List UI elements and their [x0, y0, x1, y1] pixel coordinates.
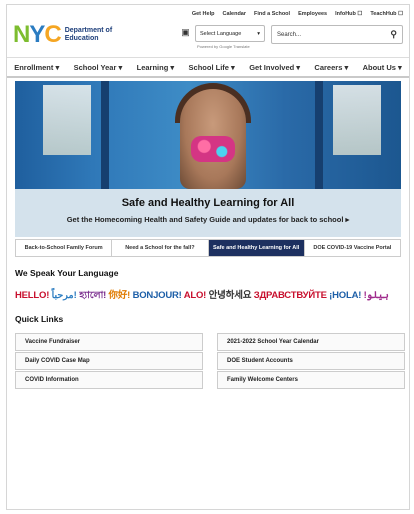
utility-links: Get Help Calendar Find a School Employee…: [192, 11, 403, 17]
link-calendar[interactable]: Calendar: [222, 11, 246, 17]
nav-school-life[interactable]: School Life ▾: [189, 63, 235, 72]
tab-vaccine-portal[interactable]: DOE COVID-19 Vaccine Portal: [305, 240, 400, 256]
greeting-5: ALO!: [183, 290, 209, 301]
quick-link-covid-case-map[interactable]: Daily COVID Case Map: [15, 352, 203, 370]
greeting-2: হ্যালো!: [79, 290, 109, 301]
greeting-0: HELLO!: [15, 290, 52, 301]
nyc-doe-logo[interactable]: NYC Department of Education: [13, 23, 117, 47]
language-select[interactable]: Select Language ▾: [195, 25, 265, 42]
search-input[interactable]: Search... ⚲: [271, 25, 403, 44]
page-frame: NYC Department of Education Get Help Cal…: [6, 4, 410, 510]
search-placeholder: Search...: [277, 31, 302, 38]
face-mask: [191, 136, 235, 162]
quick-links-heading: Quick Links: [15, 314, 64, 324]
link-get-help[interactable]: Get Help: [192, 11, 215, 17]
main-nav: Enrollment ▾ School Year ▾ Learning ▾ Sc…: [7, 57, 409, 78]
logo-wordmark: NYC: [13, 21, 62, 48]
nav-enrollment[interactable]: Enrollment ▾: [14, 63, 59, 72]
nav-learning[interactable]: Learning ▾: [137, 63, 175, 72]
search-icon[interactable]: ⚲: [390, 29, 397, 40]
link-find-a-school[interactable]: Find a School: [254, 11, 290, 17]
hero-subtitle: Get the Homecoming Health and Safety Gui…: [66, 215, 344, 224]
greeting-4: BONJOUR!: [132, 290, 184, 301]
door-frame: [315, 81, 323, 189]
nav-about-us[interactable]: About Us ▾: [363, 63, 402, 72]
door-frame: [101, 81, 109, 189]
hero-image: [15, 81, 401, 189]
site-header: NYC Department of Education Get Help Cal…: [7, 5, 409, 57]
language-greetings[interactable]: HELLO! مرحباً! হ্যালো! 你好! BONJOUR! ALO!…: [15, 287, 407, 304]
quick-link-vaccine-fundraiser[interactable]: Vaccine Fundraiser: [15, 333, 203, 351]
greeting-9: !ہیلو: [363, 290, 389, 301]
translate-icon: ▣: [181, 27, 190, 37]
tab-need-a-school[interactable]: Need a School for the fall?: [112, 240, 209, 256]
nav-get-involved[interactable]: Get Involved ▾: [249, 63, 300, 72]
powered-by-translate: Powered by Google Translate: [197, 44, 250, 49]
greeting-6: 안녕하세요: [208, 290, 254, 301]
quick-link-student-accounts[interactable]: DOE Student Accounts: [217, 352, 405, 370]
hero-subtitle-link[interactable]: Get the Homecoming Health and Safety Gui…: [15, 215, 401, 224]
quick-links-grid: Vaccine Fundraiser 2021-2022 School Year…: [15, 333, 405, 389]
greeting-1: مرحباً!: [51, 290, 80, 301]
chevron-right-icon: ▸: [345, 215, 350, 224]
nav-school-year[interactable]: School Year ▾: [74, 63, 123, 72]
language-select-label: Select Language: [200, 30, 242, 37]
link-teachhub[interactable]: TeachHub ☐: [370, 11, 403, 17]
chevron-down-icon: ▾: [257, 30, 260, 37]
tab-family-forum[interactable]: Back-to-School Family Forum: [16, 240, 113, 256]
quick-link-school-calendar[interactable]: 2021-2022 School Year Calendar: [217, 333, 405, 351]
hero-tabs: Back-to-School Family Forum Need a Schoo…: [15, 239, 401, 257]
hero-title: Safe and Healthy Learning for All: [121, 197, 295, 209]
link-employees[interactable]: Employees: [298, 11, 327, 17]
tab-safe-healthy-learning[interactable]: Safe and Healthy Learning for All: [208, 240, 305, 256]
window-left: [43, 85, 91, 155]
logo-department-text: Department of Education: [64, 27, 113, 42]
greeting-7: ЗДРАВСТВУЙТЕ: [253, 290, 330, 301]
greeting-3: 你好!: [108, 290, 133, 301]
link-infohub[interactable]: InfoHub ☐: [335, 11, 362, 17]
languages-heading: We Speak Your Language: [15, 268, 119, 278]
window-right: [333, 85, 381, 155]
nav-careers[interactable]: Careers ▾: [314, 63, 348, 72]
greeting-8: ¡HOLA!: [329, 290, 364, 301]
quick-link-welcome-centers[interactable]: Family Welcome Centers: [217, 371, 405, 389]
quick-link-covid-information[interactable]: COVID Information: [15, 371, 203, 389]
hero-caption: Safe and Healthy Learning for All Get th…: [15, 189, 401, 237]
